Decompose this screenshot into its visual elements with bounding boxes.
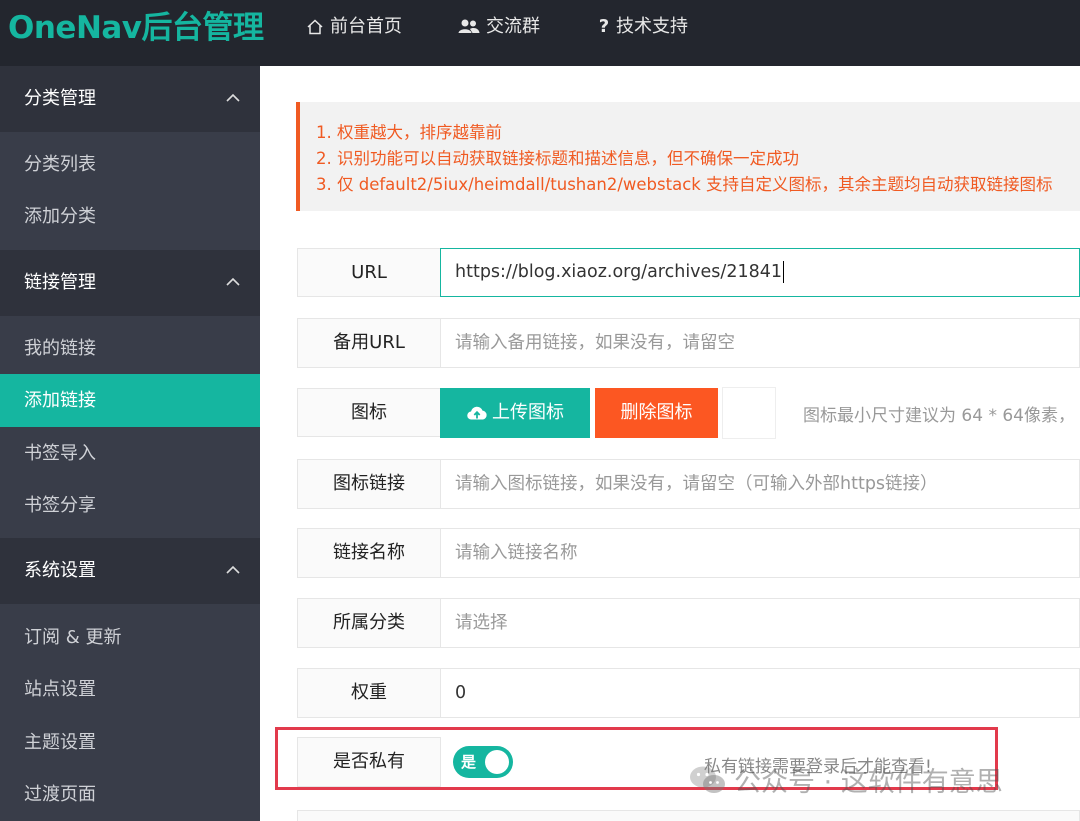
sidebar-item-label: 书签分享 [24, 495, 96, 516]
sidebar-group-category[interactable]: 分类管理 [0, 66, 260, 132]
icon-link-label: 图标链接 [297, 459, 441, 509]
nav-label: 技术支持 [616, 16, 688, 37]
home-icon [307, 19, 323, 35]
weight-input[interactable]: 0 [440, 668, 1080, 718]
sidebar-item-label: 我的链接 [24, 338, 96, 359]
wechat-icon [690, 766, 725, 793]
backup-url-label: 备用URL [297, 318, 441, 368]
notice-line: 3. 仅 default2/5iux/heimdall/tushan2/webs… [316, 175, 1053, 194]
sidebar-item-category-list[interactable]: 分类列表 [0, 138, 260, 191]
category-label: 所属分类 [297, 598, 441, 648]
backup-url-input[interactable]: 请输入备用链接，如果没有，请留空 [440, 318, 1080, 368]
sidebar-item-transition-page[interactable]: 过渡页面 [0, 768, 260, 821]
icon-preview [722, 387, 776, 439]
upload-icon-button[interactable]: 上传图标 [440, 388, 590, 438]
watermark: 公众号 · 这软件有意思 [688, 760, 1003, 799]
sidebar-item-my-links[interactable]: 我的链接 [0, 322, 260, 375]
nav-tech-support[interactable]: ? 技术支持 [598, 0, 688, 54]
sidebar-item-add-category[interactable]: 添加分类 [0, 190, 260, 243]
nav-frontend-home[interactable]: 前台首页 [306, 0, 402, 54]
sidebar-item-add-link[interactable]: 添加链接 [0, 374, 260, 427]
nav-label: 前台首页 [330, 16, 402, 37]
sidebar-item-label: 添加链接 [24, 390, 96, 411]
sidebar-item-subscribe-update[interactable]: 订阅 & 更新 [0, 611, 260, 664]
notice-box: 1. 权重越大，排序越靠前 2. 识别功能可以自动获取链接标题和描述信息，但不确… [296, 102, 1080, 211]
sidebar-item-label: 过渡页面 [24, 784, 96, 805]
sidebar-group-links[interactable]: 链接管理 [0, 250, 260, 316]
notice-line: 2. 识别功能可以自动获取链接标题和描述信息，但不确保一定成功 [316, 149, 799, 168]
nav-label: 交流群 [486, 16, 540, 37]
category-select[interactable]: 请选择 [440, 598, 1080, 648]
icon-link-input[interactable]: 请输入图标链接，如果没有，请留空（可输入外部https链接） [440, 459, 1080, 509]
chevron-up-icon [226, 93, 240, 102]
weight-label: 权重 [297, 668, 441, 718]
text-cursor [783, 261, 784, 283]
sidebar-item-label: 订阅 & 更新 [24, 627, 122, 648]
sidebar-group-label: 系统设置 [24, 560, 96, 581]
sidebar-item-label: 添加分类 [24, 206, 96, 227]
cloud-upload-icon [467, 406, 487, 420]
sidebar: 分类管理 分类列表 添加分类 链接管理 我的链接 添加链接 书签导入 书签分享 … [0, 66, 260, 821]
sidebar-item-label: 分类列表 [24, 154, 96, 175]
nav-community-group[interactable]: 交流群 [458, 0, 540, 54]
top-header: OneNav后台管理 前台首页 交流群 ? 技术支持 [0, 0, 1080, 66]
url-value: https://blog.xiaoz.org/archives/21841 [455, 262, 782, 282]
watermark-text: 公众号 · 这软件有意思 [734, 767, 1003, 798]
url-label: URL [297, 248, 441, 297]
question-icon: ? [598, 16, 610, 37]
sidebar-group-system[interactable]: 系统设置 [0, 538, 260, 604]
sidebar-item-site-settings[interactable]: 站点设置 [0, 663, 260, 716]
sidebar-item-label: 书签导入 [24, 443, 96, 464]
next-form-row [297, 810, 1080, 821]
icon-label: 图标 [297, 388, 441, 437]
app-logo[interactable]: OneNav后台管理 [8, 0, 264, 56]
link-name-input[interactable]: 请输入链接名称 [440, 528, 1080, 578]
delete-icon-button[interactable]: 删除图标 [595, 388, 718, 438]
sidebar-item-label: 站点设置 [24, 679, 96, 700]
sidebar-item-bookmark-import[interactable]: 书签导入 [0, 427, 260, 480]
link-name-label: 链接名称 [297, 528, 441, 578]
sidebar-item-bookmark-share[interactable]: 书签分享 [0, 479, 260, 532]
sidebar-group-label: 链接管理 [24, 272, 96, 293]
sidebar-item-theme-settings[interactable]: 主题设置 [0, 716, 260, 769]
users-icon [458, 19, 480, 33]
sidebar-item-label: 主题设置 [24, 732, 96, 753]
icon-size-hint: 图标最小尺寸建议为 64 * 64像素， [803, 406, 1075, 426]
chevron-up-icon [226, 565, 240, 574]
notice-line: 1. 权重越大，排序越靠前 [316, 123, 502, 142]
url-input[interactable]: https://blog.xiaoz.org/archives/21841 [440, 248, 1080, 297]
chevron-up-icon [226, 277, 240, 286]
upload-icon-label: 上传图标 [492, 402, 564, 423]
sidebar-group-label: 分类管理 [24, 88, 96, 109]
